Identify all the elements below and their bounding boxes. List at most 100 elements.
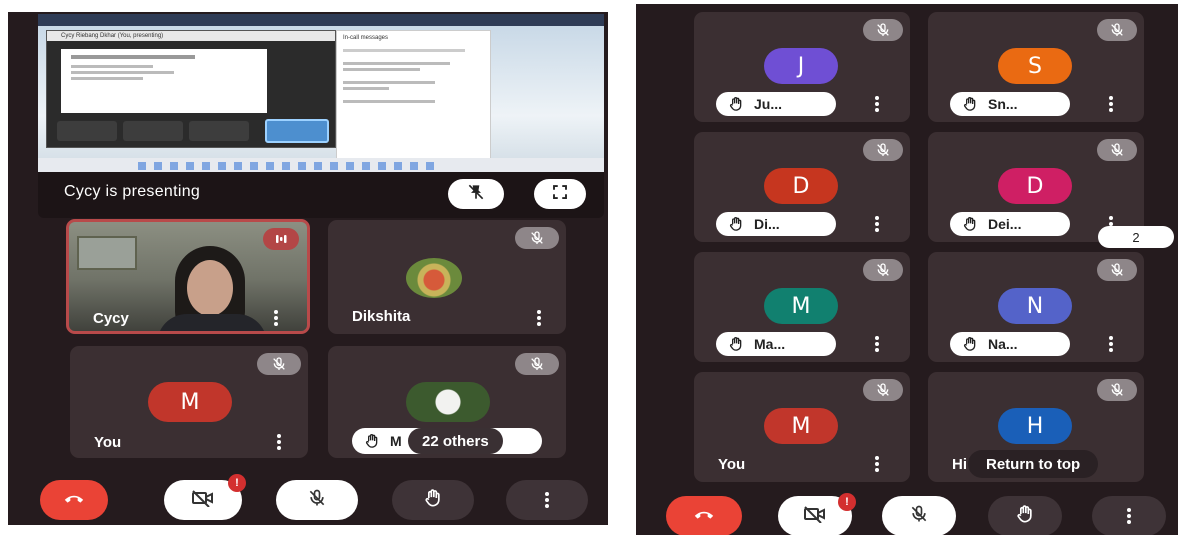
hand-raise-icon: [962, 336, 978, 352]
meet-window: Cycy Riebang Dkhar (You, presenting): [46, 30, 336, 148]
participant-tile[interactable]: S Sn...: [928, 12, 1144, 122]
participant-tile[interactable]: J Ju...: [694, 12, 910, 122]
more-vert-icon[interactable]: [276, 434, 282, 450]
others-pill-prefix: M: [390, 433, 402, 449]
participant-name: Dei...: [988, 216, 1022, 232]
participant-name-pill: Na...: [950, 332, 1070, 356]
mic-off-icon: [515, 353, 559, 375]
dikshita-avatar: [406, 258, 462, 298]
participant-avatar: M: [764, 288, 838, 324]
participant-tile[interactable]: M Ma...: [694, 252, 910, 362]
participant-name: Ma...: [754, 336, 786, 352]
participant-name-pill: Di...: [716, 212, 836, 236]
participant-name-pill: Dei...: [950, 212, 1070, 236]
more-vert-icon[interactable]: [874, 96, 880, 112]
participant-avatar: J: [764, 48, 838, 84]
hand-raise-icon: [423, 488, 443, 513]
presenting-bar: Cycy is presenting: [38, 172, 604, 218]
participant-avatar: M: [764, 408, 838, 444]
participant-tile-cycy[interactable]: Cycy: [66, 219, 310, 334]
hand-raise-icon: [728, 96, 744, 112]
hand-raise-icon: [962, 216, 978, 232]
mic-off-icon: [1097, 139, 1137, 161]
tile-name: Cycy: [93, 310, 129, 327]
end-call-icon: [63, 491, 85, 509]
participant-tile[interactable]: M You: [694, 372, 910, 482]
end-call-button[interactable]: [40, 480, 108, 520]
participant-avatar: D: [998, 168, 1072, 204]
left-meet-screen: Cycy Riebang Dkhar (You, presenting) In-…: [8, 12, 608, 525]
hand-raise-icon: [962, 96, 978, 112]
fullscreen-button[interactable]: [534, 179, 586, 209]
participant-tile[interactable]: N Na...: [928, 252, 1144, 362]
mic-off-icon: [863, 379, 903, 401]
more-vert-icon[interactable]: [536, 310, 542, 326]
participant-name-pill: Sn...: [950, 92, 1070, 116]
raise-hand-button[interactable]: [988, 496, 1062, 535]
participant-name: Sn...: [988, 96, 1018, 112]
mic-off-icon: [257, 353, 301, 375]
participant-tile[interactable]: D Di...: [694, 132, 910, 242]
more-vert-icon[interactable]: [273, 310, 279, 326]
more-options-button[interactable]: [1092, 496, 1166, 535]
participant-name: You: [718, 456, 746, 473]
participant-avatar: S: [998, 48, 1072, 84]
mic-off-icon: [307, 488, 327, 513]
meet-window-title: Cycy Riebang Dkhar (You, presenting): [47, 31, 335, 41]
more-options-button[interactable]: [506, 480, 588, 520]
hand-raise-icon: [728, 216, 744, 232]
fullscreen-icon: [551, 183, 569, 206]
others-count-label: 22 others: [408, 428, 503, 454]
more-vert-icon[interactable]: [874, 336, 880, 352]
participant-tile-others[interactable]: M 22 others: [328, 346, 566, 458]
browser-tabbar: [38, 14, 604, 26]
chat-panel: In-call messages: [336, 30, 491, 160]
present-stop-icon: [466, 182, 486, 207]
participant-name-pill: Ju...: [716, 92, 836, 116]
hand-raise-icon: [1015, 504, 1035, 529]
participant-name-pill: Ma...: [716, 332, 836, 356]
participant-avatar: H: [998, 408, 1072, 444]
video-off-icon: [803, 505, 827, 528]
raise-hand-button[interactable]: [392, 480, 474, 520]
pin-off-button[interactable]: [448, 179, 504, 209]
tile-name: Dikshita: [352, 308, 411, 325]
mic-off-icon: [1097, 19, 1137, 41]
mic-off-icon: [863, 19, 903, 41]
more-vert-icon[interactable]: [1108, 96, 1114, 112]
presenting-text: Cycy is presenting: [64, 183, 201, 200]
participant-name: Di...: [754, 216, 780, 232]
more-vert-icon[interactable]: [874, 216, 880, 232]
mic-off-icon: [1097, 379, 1137, 401]
participant-name: Ju...: [754, 96, 783, 112]
mic-off-button[interactable]: [882, 496, 956, 535]
more-vert-icon[interactable]: [874, 456, 880, 472]
more-vert-icon[interactable]: [1108, 336, 1114, 352]
mic-off-icon: [863, 259, 903, 281]
mic-off-icon: [1097, 259, 1137, 281]
end-call-icon: [693, 507, 715, 525]
more-vert-icon: [544, 492, 550, 508]
participant-name: Na...: [988, 336, 1018, 352]
right-meet-screen: J Ju... S Sn... D Di... D Dei... M Ma... N Na... M Yo…: [636, 4, 1178, 535]
participants-count-badge[interactable]: 2: [1098, 226, 1174, 248]
video-off-icon: [191, 489, 215, 512]
participant-name: Hi: [952, 456, 967, 473]
hand-raise-icon: [364, 433, 380, 449]
nested-presentation: [59, 47, 269, 115]
speaking-indicator: [263, 228, 299, 250]
notification-badge: !: [838, 493, 856, 511]
notification-badge: !: [228, 474, 246, 492]
mic-off-button[interactable]: [276, 480, 358, 520]
mic-off-icon: [515, 227, 559, 249]
participant-tile-you[interactable]: M You: [70, 346, 308, 458]
participant-tile-dikshita[interactable]: Dikshita: [328, 220, 566, 334]
tile-name: You: [94, 434, 122, 451]
you-avatar: M: [148, 382, 232, 422]
hand-raise-icon: [728, 336, 744, 352]
return-to-top-button[interactable]: Return to top: [968, 450, 1099, 478]
end-call-button[interactable]: [666, 496, 742, 535]
chat-panel-title: In-call messages: [343, 35, 389, 41]
more-vert-icon: [1126, 508, 1132, 524]
participant-avatar: D: [764, 168, 838, 204]
